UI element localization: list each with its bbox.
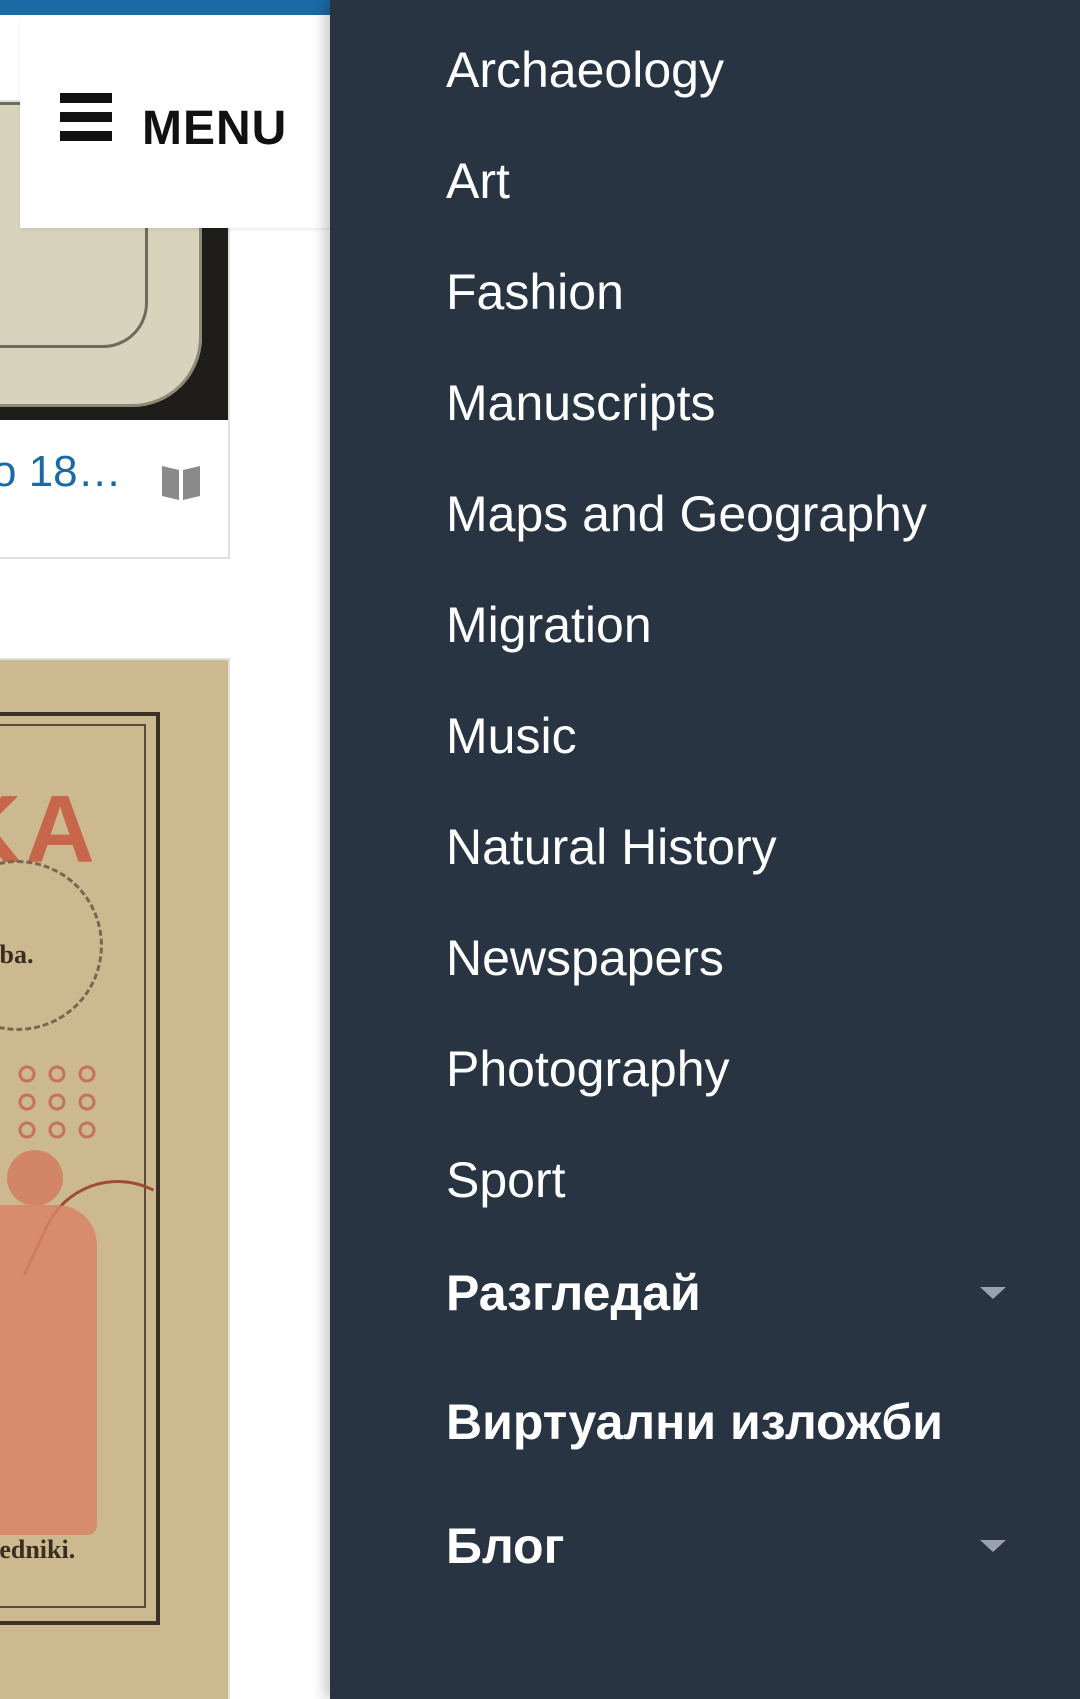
- book-icon: [162, 466, 200, 500]
- menu-label: MENU: [142, 102, 288, 155]
- print-caption-2: sledniki.: [0, 1535, 76, 1564]
- caret-down-icon[interactable]: [980, 1287, 1006, 1299]
- nav-section-blog[interactable]: Блог: [446, 1496, 1006, 1596]
- item-card-image[interactable]: KA ružba. sledniki.: [0, 658, 230, 1699]
- nav-item-archaeology[interactable]: Archaeology: [446, 20, 1006, 120]
- item-title[interactable]: o 18…: [0, 447, 142, 497]
- nav-item-manuscripts[interactable]: Manuscripts: [446, 353, 1006, 453]
- print-figure-head: [7, 1150, 63, 1206]
- nav-item-art[interactable]: Art: [446, 131, 1006, 231]
- nav-item-migration[interactable]: Migration: [446, 575, 1006, 675]
- nav-section-blog-label: Блог: [446, 1518, 565, 1574]
- caret-down-icon[interactable]: [980, 1540, 1006, 1552]
- nav-section-virtual-exhibitions[interactable]: Виртуални изложби: [446, 1372, 1006, 1472]
- nav-item-music[interactable]: Music: [446, 686, 1006, 786]
- menu-button[interactable]: MENU: [20, 15, 330, 228]
- nav-item-sport[interactable]: Sport: [446, 1130, 1006, 1230]
- print-caption-1: ružba.: [0, 940, 34, 969]
- nav-item-photography[interactable]: Photography: [446, 1019, 1006, 1119]
- nav-item-fashion[interactable]: Fashion: [446, 242, 1006, 342]
- navigation-drawer: Archaeology Art Fashion Manuscripts Maps…: [330, 0, 1080, 1699]
- nav-item-newspapers[interactable]: Newspapers: [446, 908, 1006, 1008]
- print-figure: [0, 1205, 97, 1535]
- nav-item-natural-history[interactable]: Natural History: [446, 797, 1006, 897]
- hamburger-icon: [60, 93, 112, 145]
- nav-section-browse[interactable]: Разгледай: [446, 1243, 1006, 1343]
- page-content: o 18… KA ružba. sledniki. MENU: [0, 0, 330, 1699]
- nav-item-maps-and-geography[interactable]: Maps and Geography: [446, 464, 1006, 564]
- top-accent-bar: [0, 0, 330, 15]
- print-ornament: [12, 1060, 102, 1140]
- nav-section-browse-label: Разгледай: [446, 1265, 701, 1321]
